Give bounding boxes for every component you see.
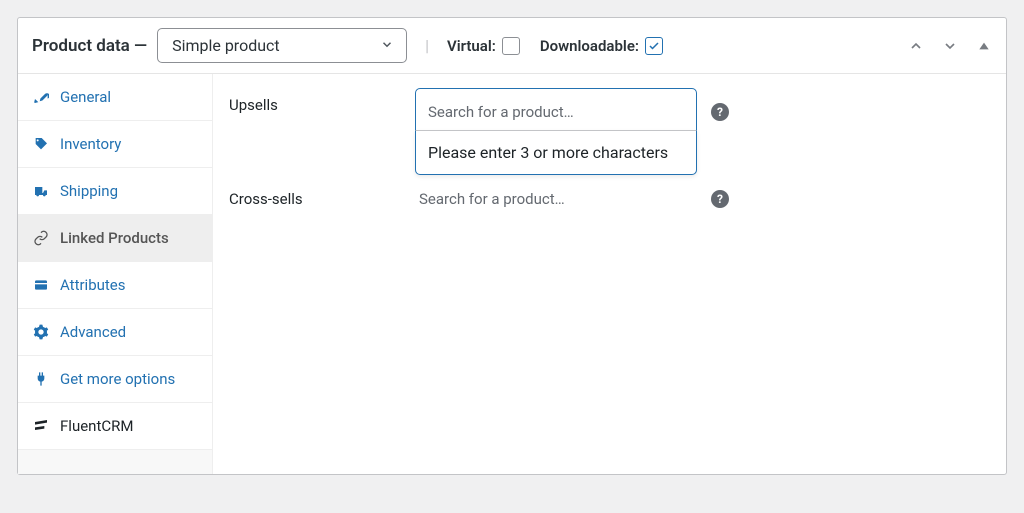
upsells-label: Upsells [229, 88, 415, 114]
panel-title: Product data — [32, 36, 147, 56]
product-type-select[interactable]: Simple product [157, 28, 407, 63]
help-icon[interactable]: ? [711, 103, 729, 121]
virtual-label: Virtual: [447, 37, 496, 55]
product-type-value: Simple product [172, 36, 280, 55]
search-dropdown-message: Please enter 3 or more characters [415, 130, 697, 175]
tab-inventory[interactable]: Inventory [18, 121, 212, 168]
tab-get-more-options[interactable]: Get more options [18, 356, 212, 403]
tab-label: Get more options [60, 370, 175, 388]
crosssells-search-input[interactable]: Search for a product… [415, 182, 697, 216]
link-icon [32, 229, 50, 247]
tab-label: General [60, 88, 111, 106]
fluent-icon [32, 417, 50, 435]
tab-label: Shipping [60, 182, 118, 200]
product-data-panel: Product data — Simple product | Virtual:… [17, 17, 1007, 475]
upsells-search-input[interactable]: Search for a product… [415, 88, 697, 136]
tab-label: Advanced [60, 323, 126, 341]
chevron-down-icon [380, 36, 394, 55]
crosssells-label: Cross-sells [229, 182, 415, 208]
tab-label: Attributes [60, 276, 126, 294]
tab-linked-products[interactable]: Linked Products [18, 215, 212, 262]
help-icon[interactable]: ? [711, 190, 729, 208]
upsells-control: Search for a product… ? [415, 88, 729, 136]
downloadable-label: Downloadable: [540, 37, 639, 55]
move-up-icon[interactable] [908, 38, 924, 54]
downloadable-checkbox[interactable] [645, 37, 663, 55]
tab-general[interactable]: General [18, 74, 212, 121]
sidebar: General Inventory Shipping Linked Produc… [18, 74, 213, 474]
card-icon [32, 276, 50, 294]
header-actions [908, 38, 992, 54]
tab-label: Inventory [60, 135, 121, 153]
tab-attributes[interactable]: Attributes [18, 262, 212, 309]
toggle-panel-icon[interactable] [976, 38, 992, 54]
crosssells-row: Cross-sells Search for a product… ? [229, 182, 990, 216]
tab-label: Linked Products [60, 229, 169, 247]
tag-icon [32, 135, 50, 153]
gear-icon [32, 323, 50, 341]
wrench-icon [32, 88, 50, 106]
panel-header: Product data — Simple product | Virtual:… [18, 18, 1006, 74]
move-down-icon[interactable] [942, 38, 958, 54]
crosssells-control: Search for a product… ? [415, 182, 729, 216]
downloadable-group: Downloadable: [540, 37, 663, 55]
virtual-checkbox[interactable] [502, 37, 520, 55]
tab-label: FluentCRM [60, 417, 133, 435]
tab-shipping[interactable]: Shipping [18, 168, 212, 215]
plug-icon [32, 370, 50, 388]
upsells-row: Upsells Search for a product… ? [229, 88, 990, 136]
panel-body: General Inventory Shipping Linked Produc… [18, 74, 1006, 474]
truck-icon [32, 182, 50, 200]
tab-fluentcrm[interactable]: FluentCRM [18, 403, 212, 450]
content-area: Upsells Search for a product… ? Please e… [213, 74, 1006, 474]
virtual-group: Virtual: [447, 37, 520, 55]
tab-advanced[interactable]: Advanced [18, 309, 212, 356]
separator: | [425, 36, 429, 55]
